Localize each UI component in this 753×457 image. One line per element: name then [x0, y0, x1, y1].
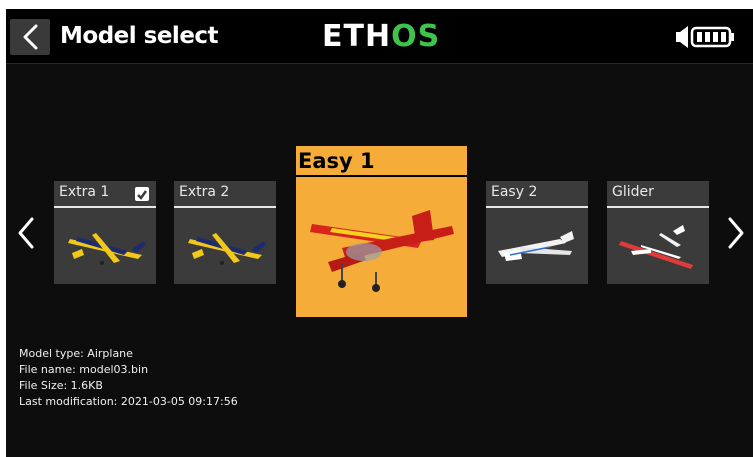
divider	[174, 206, 276, 208]
model-name: Extra 2	[179, 184, 230, 200]
file-name-text: File name: model03.bin	[19, 363, 149, 376]
model-name: Easy 2	[491, 184, 538, 200]
model-name: Easy 1	[298, 149, 375, 173]
model-name: Glider	[612, 184, 654, 200]
model-type-text: Model type: Airplane	[19, 347, 133, 360]
divider	[607, 206, 709, 208]
back-button[interactable]	[10, 19, 50, 55]
divider	[486, 206, 588, 208]
battery-icon	[690, 26, 734, 48]
radio-screen: Model select ETHOS Extra 1 Extra 2 Easy …	[6, 9, 753, 457]
model-card-extra-1[interactable]: Extra 1	[54, 181, 156, 284]
model-info: Model type: Airplane File name: model03.…	[19, 346, 238, 410]
status-icons[interactable]	[670, 23, 740, 51]
speaker-icon	[676, 26, 688, 48]
chevron-left-icon	[23, 24, 38, 50]
model-card-easy-1[interactable]: Easy 1	[296, 146, 467, 317]
aerobatic-plane-icon	[68, 233, 146, 265]
last-modification-text: Last modification: 2021-03-05 09:17:56	[19, 395, 238, 408]
red-glider-icon	[619, 225, 693, 269]
header-bar: Model select ETHOS	[6, 9, 753, 64]
aerobatic-plane-icon	[188, 233, 266, 265]
chevron-right-icon[interactable]	[724, 213, 748, 253]
divider	[54, 206, 156, 208]
model-card-glider[interactable]: Glider	[607, 181, 709, 284]
model-card-easy-2[interactable]: Easy 2	[486, 181, 588, 284]
page-title: Model select	[60, 23, 219, 49]
model-name: Extra 1	[59, 184, 110, 200]
model-card-extra-2[interactable]: Extra 2	[174, 181, 276, 284]
trainer-plane-icon	[310, 210, 454, 292]
chevron-left-icon[interactable]	[14, 213, 38, 253]
ethos-logo: ETHOS	[322, 19, 441, 54]
divider	[296, 175, 467, 177]
file-size-text: File Size: 1.6KB	[19, 379, 103, 392]
white-glider-icon	[498, 231, 574, 261]
check-icon	[135, 187, 149, 201]
